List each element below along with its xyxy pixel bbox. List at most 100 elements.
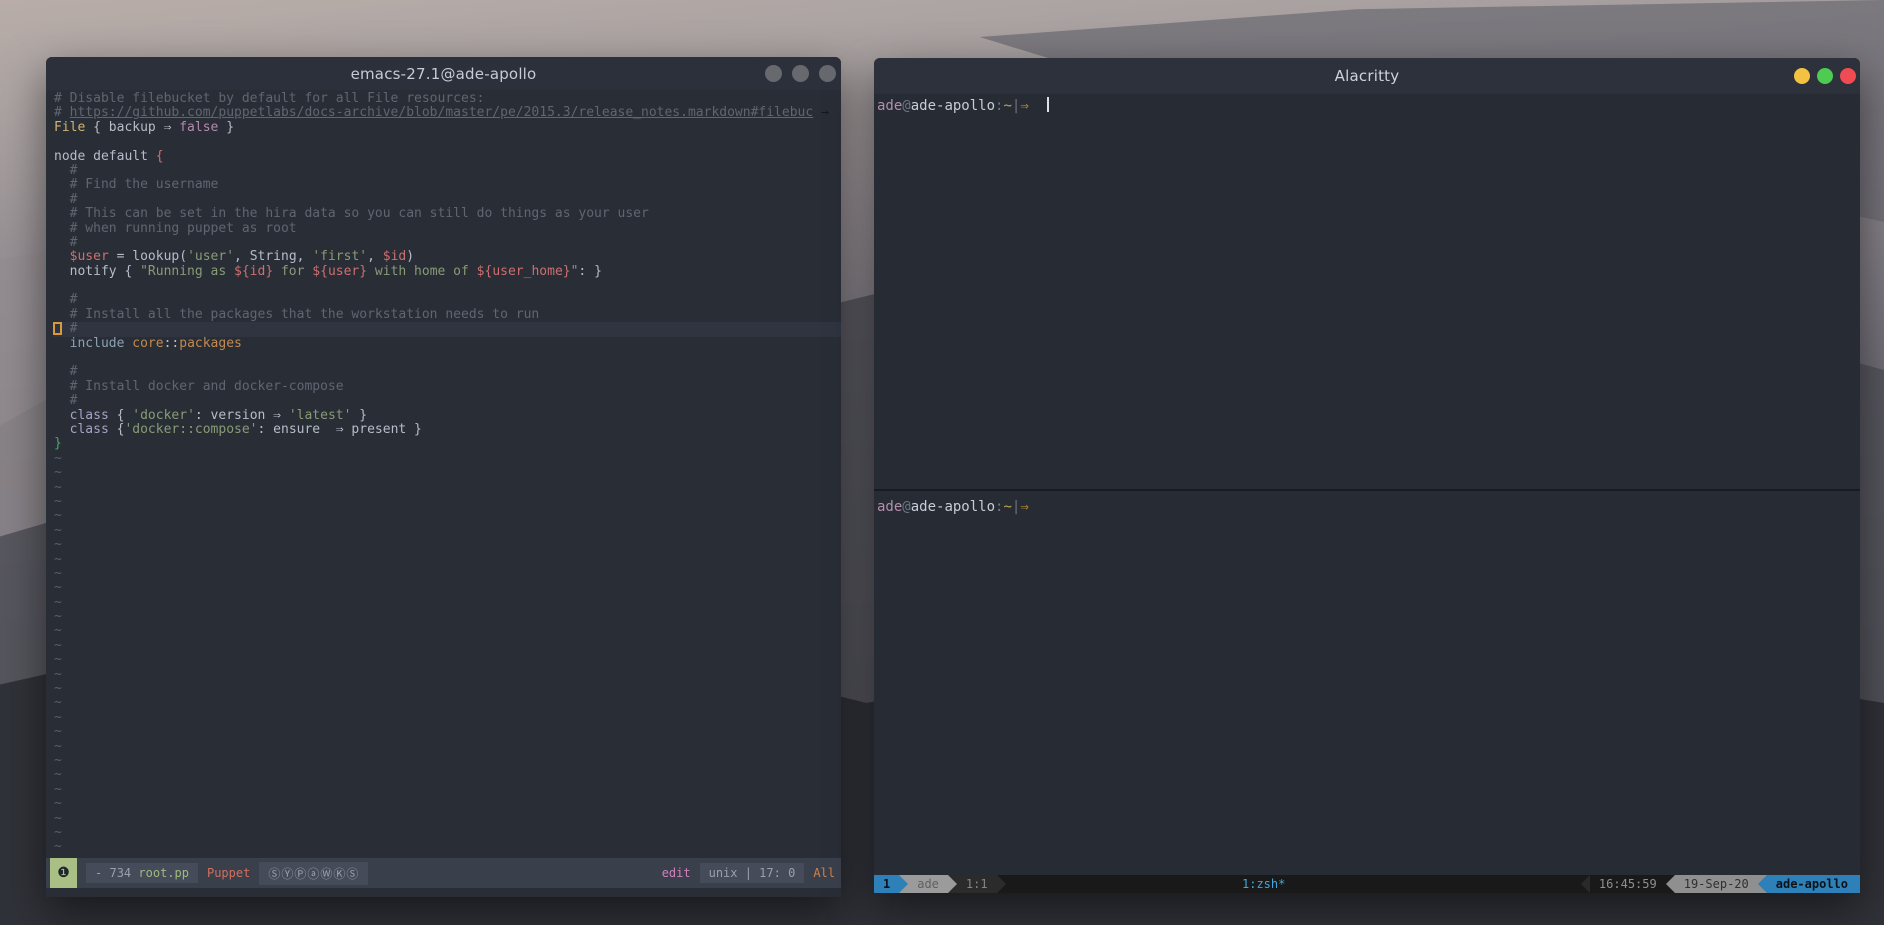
shell-prompt: ade@ade-apollo:~|⇒ xyxy=(877,499,1860,516)
close-button[interactable] xyxy=(819,65,836,82)
powerline-chevron-icon xyxy=(997,875,1006,893)
empty-line-marker: ~ xyxy=(54,538,841,552)
empty-line-marker: ~ xyxy=(54,668,841,682)
code-line xyxy=(54,135,841,149)
emacs-buffer[interactable]: # Disable filebucket by default for all … xyxy=(46,90,841,858)
empty-line-marker: ~ xyxy=(54,524,841,538)
empty-line-marker: ~ xyxy=(54,826,841,840)
empty-line-marker: ~ xyxy=(54,452,841,466)
buffer-filename: root.pp xyxy=(138,866,189,880)
empty-line-marker: ~ xyxy=(54,840,841,854)
alacritty-titlebar[interactable]: Alacritty xyxy=(874,58,1860,94)
empty-line-marker: ~ xyxy=(54,509,841,523)
statusbar-spacer xyxy=(1006,875,1581,893)
empty-line-marker: ~ xyxy=(54,711,841,725)
code-line: # xyxy=(54,394,841,408)
powerline-chevron-icon xyxy=(1666,875,1675,893)
window-number-badge: ❶ xyxy=(50,858,77,888)
code-line: # xyxy=(54,365,841,379)
minimize-button[interactable] xyxy=(1794,68,1810,84)
empty-line-marker: ~ xyxy=(54,553,841,567)
tmux-pane-label: 1:1 xyxy=(957,875,997,893)
minimize-button[interactable] xyxy=(765,65,782,82)
emacs-window: emacs-27.1@ade-apollo # Disable filebuck… xyxy=(46,57,841,897)
empty-line-marker: ~ xyxy=(54,768,841,782)
empty-line-marker: ~ xyxy=(54,783,841,797)
desktop: emacs-27.1@ade-apollo # Disable filebuck… xyxy=(0,0,1884,925)
date: 19-Sep-20 xyxy=(1675,875,1758,893)
empty-line-marker: ~ xyxy=(54,596,841,610)
empty-line-marker: ~ xyxy=(54,740,841,754)
empty-line-marker: ~ xyxy=(54,466,841,480)
empty-line-marker: ~ xyxy=(54,567,841,581)
empty-line-marker: ~ xyxy=(54,624,841,638)
shell-prompt: ade@ade-apollo:~|⇒ xyxy=(877,97,1860,115)
code-line: # xyxy=(54,164,841,178)
code-line: # xyxy=(54,236,841,250)
code-line: File { backup ⇒ false } xyxy=(54,121,841,135)
empty-line-marker: ~ xyxy=(54,653,841,667)
code-line: # xyxy=(54,293,841,307)
empty-line-marker: ~ xyxy=(54,481,841,495)
tmux-pane-top[interactable]: ade@ade-apollo:~|⇒ xyxy=(874,94,1860,489)
emacs-cursor xyxy=(53,322,62,335)
code-line: # when running puppet as root xyxy=(54,222,841,236)
code-line: # Install docker and docker-compose xyxy=(54,380,841,394)
buffer-info: - 734 root.pp xyxy=(86,863,198,883)
powerline-chevron-icon xyxy=(948,875,957,893)
editing-state: edit xyxy=(662,866,691,880)
tmux-status-bar: 1 ade 1:1 1:zsh* 16:45:59 19-Sep-20 ade-… xyxy=(874,875,1860,893)
empty-line-marker: ~ xyxy=(54,797,841,811)
tmux-active-window[interactable]: 1:zsh* xyxy=(1242,875,1285,893)
code-line: include core::packages xyxy=(54,337,841,351)
code-line xyxy=(54,351,841,365)
code-line: class { 'docker': version ⇒ 'latest' } xyxy=(54,409,841,423)
tmux-session-index[interactable]: 1 xyxy=(874,875,899,893)
empty-line-marker: ~ xyxy=(54,754,841,768)
close-button[interactable] xyxy=(1840,68,1856,84)
emacs-echo-area xyxy=(46,888,841,897)
emacs-titlebar-buttons xyxy=(765,57,836,90)
code-line: # xyxy=(54,322,841,336)
empty-line-marker: ~ xyxy=(54,639,841,653)
minor-mode-icons: ⓈⓎⓅⓐⓌⓀⓈ xyxy=(259,862,368,885)
clock: 16:45:59 xyxy=(1590,875,1666,893)
empty-line-marker: ~ xyxy=(54,696,841,710)
powerline-chevron-icon xyxy=(1581,875,1590,893)
buffer-size: 734 xyxy=(109,866,131,880)
terminal-cursor xyxy=(1047,97,1049,112)
emacs-titlebar[interactable]: emacs-27.1@ade-apollo xyxy=(46,57,841,90)
emacs-window-title: emacs-27.1@ade-apollo xyxy=(351,65,537,83)
empty-line-marker: ~ xyxy=(54,812,841,826)
powerline-chevron-icon xyxy=(1758,875,1767,893)
code-line: # https://github.com/puppetlabs/docs-arc… xyxy=(54,106,841,120)
line-truncation-arrow-icon: → xyxy=(821,106,829,120)
scroll-position: All xyxy=(813,866,835,880)
empty-line-marker: ~ xyxy=(54,610,841,624)
code-line: class {'docker::compose': ensure ⇒ prese… xyxy=(54,423,841,437)
code-line: node default { xyxy=(54,150,841,164)
alacritty-window-title: Alacritty xyxy=(1335,67,1400,85)
code-line: # xyxy=(54,193,841,207)
empty-line-marker: ~ xyxy=(54,682,841,696)
empty-line-marker: ~ xyxy=(54,495,841,509)
major-mode-label[interactable]: Puppet xyxy=(207,866,250,880)
code-line xyxy=(54,279,841,293)
powerline-chevron-icon xyxy=(899,875,908,893)
tmux-pane-bottom[interactable]: ade@ade-apollo:~|⇒ xyxy=(874,491,1860,875)
alacritty-window: Alacritty ade@ade-apollo:~|⇒ ade@ade-apo… xyxy=(874,58,1860,893)
terminal-content: ade@ade-apollo:~|⇒ ade@ade-apollo:~|⇒ xyxy=(874,94,1860,875)
maximize-button[interactable] xyxy=(1817,68,1833,84)
code-line: } xyxy=(54,437,841,451)
tmux-user: ade xyxy=(908,875,948,893)
code-line: notify { "Running as ${id} for ${user} w… xyxy=(54,265,841,279)
code-line: # Install all the packages that the work… xyxy=(54,308,841,322)
maximize-button[interactable] xyxy=(792,65,809,82)
code-line: $user = lookup('user', String, 'first', … xyxy=(54,250,841,264)
encoding-position: unix | 17: 0 xyxy=(700,863,805,883)
code-line: # This can be set in the hira data so yo… xyxy=(54,207,841,221)
empty-line-marker: ~ xyxy=(54,581,841,595)
hostname: ade-apollo xyxy=(1767,875,1860,893)
window-controls xyxy=(1794,58,1856,94)
code-line: # Find the username xyxy=(54,178,841,192)
